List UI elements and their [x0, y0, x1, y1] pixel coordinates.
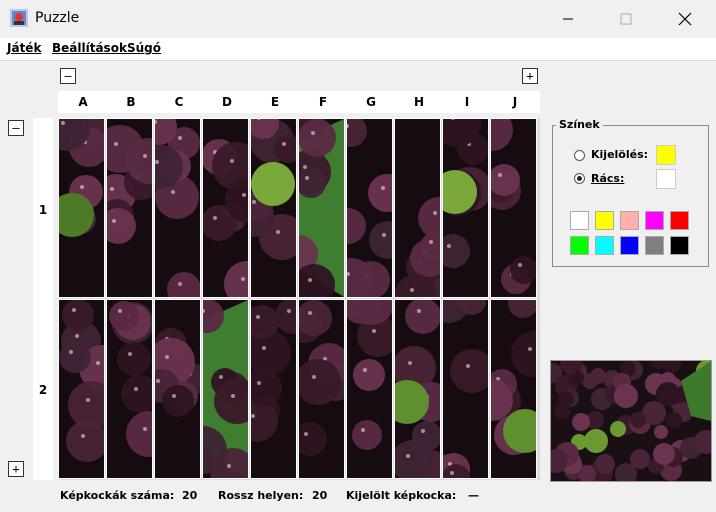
- palette-swatch[interactable]: [670, 236, 689, 255]
- close-icon: [678, 12, 692, 26]
- minimize-icon: [563, 18, 573, 20]
- add-column-button[interactable]: +: [522, 68, 538, 84]
- menu-bar: Játék Beállítások Súgó: [0, 38, 716, 60]
- column-header: C: [174, 95, 184, 109]
- row-header: 2: [38, 383, 48, 397]
- remove-column-button[interactable]: –: [60, 68, 76, 84]
- row-header: 1: [38, 203, 48, 217]
- column-header: B: [126, 95, 136, 109]
- minimize-button[interactable]: [545, 0, 591, 38]
- maximize-icon: [620, 13, 632, 25]
- title-bar: Puzzle: [0, 0, 716, 38]
- wrong-place-label: Rossz helyen:: [218, 489, 304, 502]
- close-button[interactable]: [662, 0, 708, 38]
- puzzle-tile[interactable]: [394, 118, 441, 298]
- puzzle-tile[interactable]: [106, 118, 153, 298]
- puzzle-tile[interactable]: [298, 299, 345, 479]
- row-header-bar: 1 2: [33, 118, 53, 480]
- add-row-button[interactable]: +: [8, 461, 24, 477]
- puzzle-tile[interactable]: [154, 118, 201, 298]
- puzzle-app-icon: [10, 9, 28, 27]
- puzzle-tile[interactable]: [58, 118, 105, 298]
- palette-swatch[interactable]: [620, 236, 639, 255]
- selected-tile-value: —: [468, 489, 479, 502]
- puzzle-tile[interactable]: [490, 118, 537, 298]
- menu-settings-label: Beállítások: [52, 41, 127, 55]
- palette-swatch[interactable]: [570, 236, 589, 255]
- preview-image: [550, 360, 712, 482]
- column-header: H: [413, 95, 425, 109]
- column-header: A: [78, 95, 88, 109]
- menu-help-label: Súgó: [127, 41, 162, 55]
- palette-swatch[interactable]: [620, 211, 639, 230]
- tiles-count-value: 20: [182, 489, 198, 502]
- column-header: I: [464, 95, 470, 109]
- maximize-button[interactable]: [603, 0, 649, 38]
- window-title: Puzzle: [35, 10, 80, 26]
- remove-row-button[interactable]: –: [8, 120, 24, 136]
- menu-game[interactable]: Játék: [7, 41, 41, 55]
- puzzle-tile[interactable]: [202, 118, 249, 298]
- puzzle-tile[interactable]: [250, 118, 297, 298]
- selection-color-swatch[interactable]: [656, 145, 676, 165]
- colors-panel-legend: Színek: [556, 118, 603, 131]
- selection-color-radio[interactable]: [574, 150, 585, 161]
- wrong-place-value: 20: [312, 489, 328, 502]
- palette-swatch[interactable]: [595, 236, 614, 255]
- menu-settings[interactable]: Beállítások: [52, 41, 127, 55]
- palette-swatch[interactable]: [645, 211, 664, 230]
- palette-swatch[interactable]: [670, 211, 689, 230]
- puzzle-tile[interactable]: [202, 299, 249, 479]
- selected-tile-label: Kijelölt képkocka:: [346, 489, 457, 502]
- puzzle-tile[interactable]: [442, 118, 489, 298]
- puzzle-tile[interactable]: [394, 299, 441, 479]
- puzzle-tile[interactable]: [58, 299, 105, 479]
- column-header-bar: A B C D E F G H I J: [58, 91, 540, 113]
- grid-color-swatch[interactable]: [656, 169, 676, 189]
- puzzle-tile[interactable]: [250, 299, 297, 479]
- palette-swatch[interactable]: [595, 211, 614, 230]
- palette-swatch[interactable]: [645, 236, 664, 255]
- palette-swatch[interactable]: [570, 211, 589, 230]
- puzzle-tile[interactable]: [346, 118, 393, 298]
- column-header: G: [366, 95, 376, 109]
- puzzle-tile[interactable]: [154, 299, 201, 479]
- grid-color-radio[interactable]: [574, 173, 585, 184]
- selection-color-label: Kijelölés:: [591, 148, 649, 161]
- puzzle-tile[interactable]: [298, 118, 345, 298]
- menu-help[interactable]: Súgó: [127, 41, 161, 55]
- column-header: D: [222, 95, 232, 109]
- column-header: F: [318, 95, 328, 109]
- column-header: E: [270, 95, 280, 109]
- puzzle-board: [58, 118, 540, 480]
- column-header: J: [512, 95, 518, 109]
- puzzle-tile[interactable]: [346, 299, 393, 479]
- puzzle-tile[interactable]: [442, 299, 489, 479]
- menu-game-label: Játék: [7, 41, 42, 55]
- puzzle-tile[interactable]: [490, 299, 537, 479]
- grid-color-label: Rács:: [591, 172, 625, 185]
- puzzle-tile[interactable]: [106, 299, 153, 479]
- tiles-count-label: Képkockák száma:: [60, 489, 175, 502]
